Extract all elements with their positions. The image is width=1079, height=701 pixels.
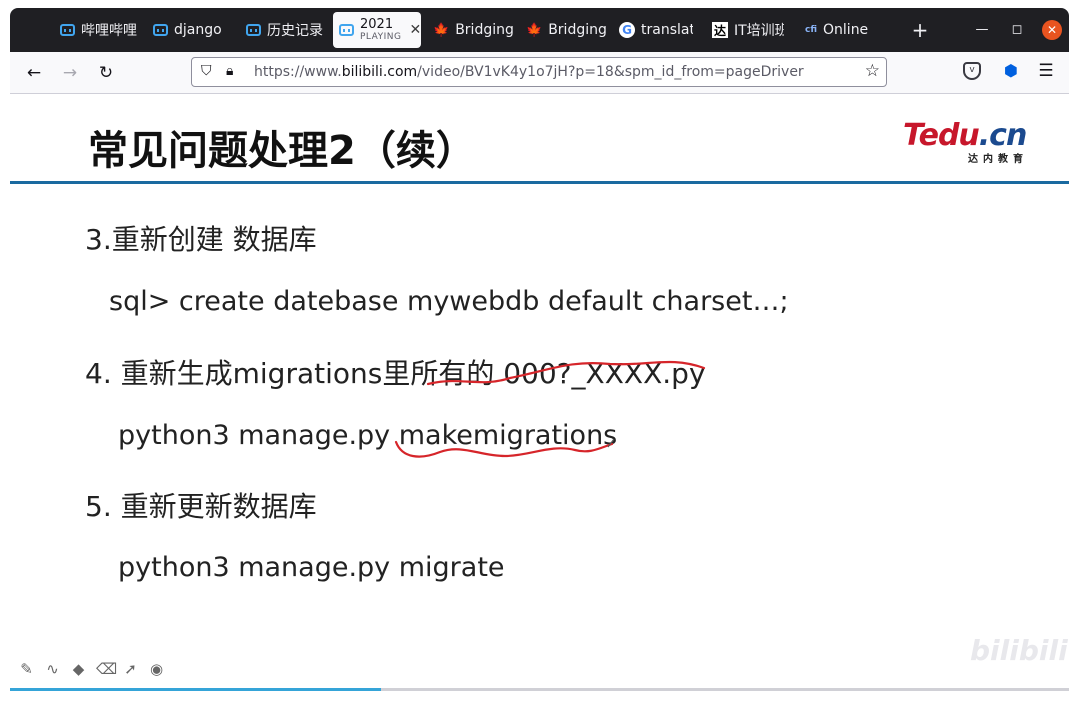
tab-bridging-1[interactable]: 🍁 Bridging bbox=[433, 12, 513, 48]
tab-it-training[interactable]: 达 IT培训班 bbox=[712, 12, 784, 48]
maple-leaf-icon: 🍁 bbox=[433, 22, 450, 38]
bilibili-icon bbox=[246, 24, 261, 36]
eraser-icon[interactable]: ⌫ bbox=[96, 660, 117, 678]
tab-strip: 哔哩哔哩 django 历史记录 2021 PLAYING ✕ 🍁 Bridgi… bbox=[10, 8, 1069, 52]
maple-leaf-icon: 🍁 bbox=[526, 22, 543, 38]
lock-icon[interactable]: 🔒︎ bbox=[226, 63, 233, 79]
pen-cursor-mark bbox=[607, 438, 615, 448]
tab-active-video[interactable]: 2021 PLAYING ✕ bbox=[333, 12, 421, 48]
cfi-icon: cfi bbox=[805, 25, 818, 35]
bilibili-watermark: bilibili bbox=[970, 634, 1068, 667]
tab-bridging-2[interactable]: 🍁 Bridging bbox=[526, 12, 606, 48]
pen-annotations bbox=[394, 360, 706, 458]
maximize-button[interactable]: ◻ bbox=[1007, 20, 1027, 40]
video-player[interactable]: 常见问题处理2（续） Tedu.cn 达内教育 3.重新创建 数据库 sql> … bbox=[10, 94, 1069, 691]
pointer-icon[interactable]: ➚ bbox=[122, 660, 139, 678]
record-icon[interactable]: ◉ bbox=[148, 660, 165, 678]
menu-icon[interactable]: ☰ bbox=[1036, 61, 1056, 81]
tab-history[interactable]: 历史记录 bbox=[246, 12, 324, 48]
shield-icon[interactable]: ⛉ bbox=[201, 63, 212, 79]
annotation-underline-1 bbox=[426, 360, 706, 386]
tab-close-icon[interactable]: ✕ bbox=[409, 22, 421, 38]
highlighter-icon[interactable]: ◆ bbox=[70, 660, 87, 678]
back-button[interactable]: ← bbox=[22, 61, 46, 85]
tab-translate[interactable]: G translate bbox=[619, 12, 693, 48]
close-window-button[interactable]: ✕ bbox=[1042, 20, 1062, 40]
annotation-underline-2 bbox=[394, 440, 614, 458]
tab-bilibili-home[interactable]: 哔哩哔哩 bbox=[60, 12, 138, 48]
annotation-toolbar: ✎ ∿ ◆ ⌫ ➚ ◉ bbox=[18, 660, 165, 678]
forward-button[interactable]: → bbox=[58, 61, 82, 85]
url-bar[interactable]: ⛉ 🔒︎ https://www.bilibili.com/video/BV1v… bbox=[191, 57, 887, 87]
video-progress-bar[interactable] bbox=[10, 688, 1069, 691]
curve-icon[interactable]: ∿ bbox=[44, 660, 61, 678]
bookmark-star-icon[interactable]: ☆ bbox=[865, 61, 880, 81]
bilibili-icon bbox=[60, 24, 75, 36]
pen-icon[interactable]: ✎ bbox=[18, 660, 35, 678]
minimize-button[interactable]: — bbox=[972, 20, 992, 40]
bilibili-icon bbox=[153, 24, 168, 36]
tab-online[interactable]: cfi Online bbox=[805, 12, 877, 48]
extension-icon[interactable]: ⬢ bbox=[1002, 62, 1020, 80]
video-progress-fill bbox=[10, 688, 381, 691]
tedu-icon: 达 bbox=[712, 22, 728, 38]
navigation-bar: ← → ↻ ⛉ 🔒︎ https://www.bilibili.com/vide… bbox=[10, 52, 1069, 94]
bilibili-icon bbox=[339, 24, 354, 36]
tab-django[interactable]: django bbox=[153, 12, 233, 48]
reload-button[interactable]: ↻ bbox=[94, 61, 118, 85]
url-text[interactable]: https://www.bilibili.com/video/BV1vK4y1o… bbox=[254, 64, 804, 80]
pocket-icon[interactable]: v bbox=[963, 62, 981, 80]
google-icon: G bbox=[619, 22, 635, 38]
new-tab-button[interactable]: + bbox=[910, 16, 930, 44]
